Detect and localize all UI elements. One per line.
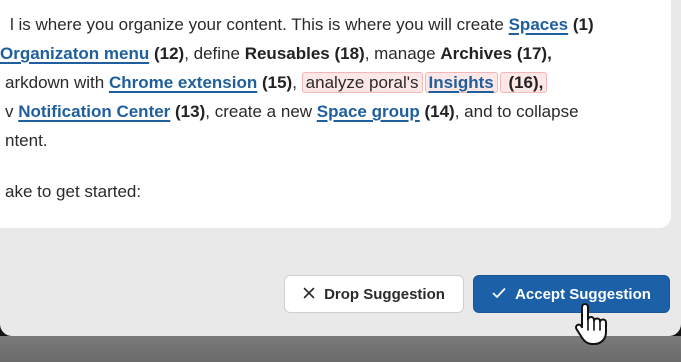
suggested-insertion: Insights xyxy=(424,72,498,93)
suggested-insertion: (16), xyxy=(499,72,548,93)
suggested-insertion: analyze poral's xyxy=(301,72,423,93)
text-line: ntent. xyxy=(5,131,48,150)
hand-pointer-cursor-icon xyxy=(574,303,607,345)
spaces-link[interactable]: Spaces xyxy=(509,15,569,34)
insights-link[interactable]: Insights xyxy=(429,73,494,92)
text-line: ake to get started: xyxy=(5,182,142,201)
check-icon xyxy=(492,286,506,303)
text-line: arkdown with Chrome extension (15), anal… xyxy=(5,68,548,97)
space-group-link[interactable]: Space group xyxy=(317,102,420,121)
content-card: l is where you organize your content. Th… xyxy=(0,0,671,228)
notification-center-link[interactable]: Notification Center xyxy=(18,102,170,121)
suggestion-dialog: l is where you organize your content. Th… xyxy=(0,0,681,336)
drop-suggestion-button[interactable]: Drop Suggestion xyxy=(284,275,464,313)
close-icon xyxy=(303,286,315,303)
text-line: v Notification Center (13), create a new… xyxy=(5,102,579,121)
chrome-extension-link[interactable]: Chrome extension xyxy=(109,73,257,92)
reusables-label: Reusables (18) xyxy=(244,44,365,63)
text-line: l is where you organize your content. Th… xyxy=(10,15,594,34)
drop-suggestion-label: Drop Suggestion xyxy=(324,285,445,303)
text-line: Organizaton menu (12), define Reusables … xyxy=(0,44,552,63)
archives-label: Archives (17), xyxy=(440,44,552,63)
organization-menu-link[interactable]: Organizaton menu xyxy=(0,44,149,63)
